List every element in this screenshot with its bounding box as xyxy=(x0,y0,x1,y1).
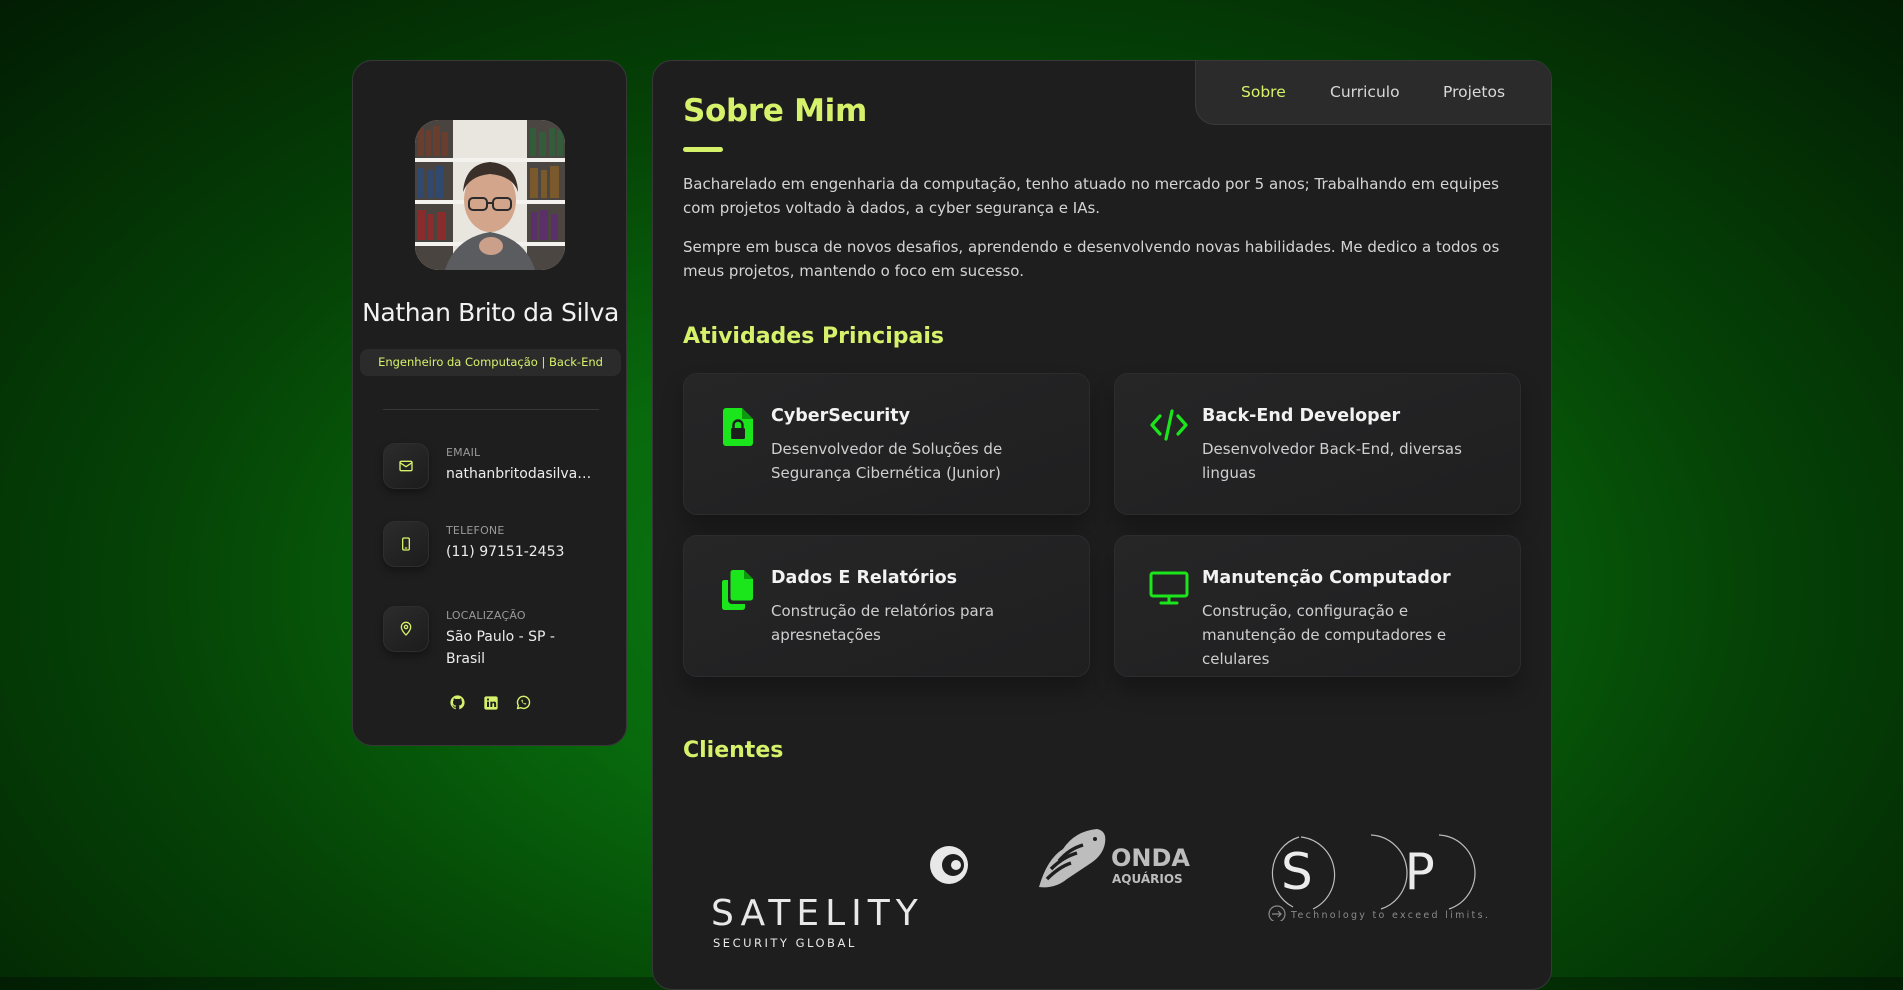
whatsapp-icon[interactable] xyxy=(514,693,533,712)
files-icon xyxy=(718,570,758,610)
avatar xyxy=(415,120,565,270)
service-title: Dados E Relatórios xyxy=(771,568,958,588)
contact-label: LOCALIZAÇÃO xyxy=(446,609,526,622)
nav-sobre[interactable]: Sobre xyxy=(1241,83,1286,101)
client-tagline: SECURITY GLOBAL xyxy=(713,936,857,950)
contact-label: EMAIL xyxy=(446,446,481,459)
service-card-dados: Dados E Relatórios Construção de relatór… xyxy=(683,535,1090,677)
client-logo-spi[interactable]: S P I Technology to exceed limits. xyxy=(1253,821,1541,923)
profile-name: Nathan Brito da Silva xyxy=(362,298,619,327)
about-paragraph: Bacharelado em engenharia da computação,… xyxy=(683,175,1499,217)
page-title: Sobre Mim xyxy=(683,93,867,129)
service-card-backend: Back-End Developer Desenvolvedor Back-En… xyxy=(1114,373,1521,515)
phone-link[interactable]: (11) 97151-2453 xyxy=(446,541,596,563)
client-name: S P I xyxy=(1281,843,1493,901)
client-name: ONDA xyxy=(1111,844,1190,872)
mail-icon xyxy=(383,443,429,489)
service-description: Desenvolvedor Back-End, diversas linguas xyxy=(1202,440,1462,482)
client-logo-onda[interactable]: ONDA AQUÁRIOS xyxy=(1033,819,1203,899)
main-panel: Sobre Curriculo Projetos Sobre Mim Bacha… xyxy=(652,60,1552,990)
client-tagline: Technology to exceed limits. xyxy=(1290,910,1490,921)
service-description: Construção, configuração e manutenção de… xyxy=(1202,602,1447,668)
title-underline xyxy=(683,147,723,152)
code-icon xyxy=(1149,408,1189,448)
service-title: Back-End Developer xyxy=(1202,406,1401,426)
file-lock-icon xyxy=(718,408,758,448)
map-pin-icon xyxy=(383,606,429,652)
client-tagline: AQUÁRIOS xyxy=(1112,871,1183,886)
nav-projetos[interactable]: Projetos xyxy=(1443,83,1505,101)
client-name: SATELITY xyxy=(711,893,924,934)
profile-role-badge: Engenheiro da Computação | Back-End xyxy=(360,349,621,376)
services-title: Atividades Principais xyxy=(683,324,944,349)
service-card-cybersecurity: CyberSecurity Desenvolvedor de Soluções … xyxy=(683,373,1090,515)
service-card-manutencao: Manutenção Computador Construção, config… xyxy=(1114,535,1521,677)
about-paragraph: Sempre em busca de novos desafios, apren… xyxy=(683,238,1500,280)
clients-title: Clientes xyxy=(683,738,784,763)
monitor-icon xyxy=(1149,570,1189,610)
client-logo-satelity[interactable]: SATELITY SECURITY GLOBAL xyxy=(711,843,973,953)
sidebar-divider xyxy=(383,409,599,410)
email-link[interactable]: nathanbritodasilvag... xyxy=(446,463,596,485)
top-nav: Sobre Curriculo Projetos xyxy=(1195,61,1551,125)
location-value: São Paulo - SP - Brasil xyxy=(446,629,555,667)
service-title: Manutenção Computador xyxy=(1202,568,1451,588)
service-description: Desenvolvedor de Soluções de Segurança C… xyxy=(771,440,1003,482)
social-links xyxy=(353,693,628,712)
profile-sidebar: Nathan Brito da Silva Engenheiro da Comp… xyxy=(352,60,627,746)
nav-curriculo[interactable]: Curriculo xyxy=(1330,83,1400,101)
linkedin-icon[interactable] xyxy=(481,693,500,712)
phone-icon xyxy=(383,521,429,567)
service-title: CyberSecurity xyxy=(771,406,910,426)
github-icon[interactable] xyxy=(448,693,467,712)
contact-label: TELEFONE xyxy=(446,524,505,537)
service-description: Construção de relatórios para apresnetaç… xyxy=(771,602,995,644)
